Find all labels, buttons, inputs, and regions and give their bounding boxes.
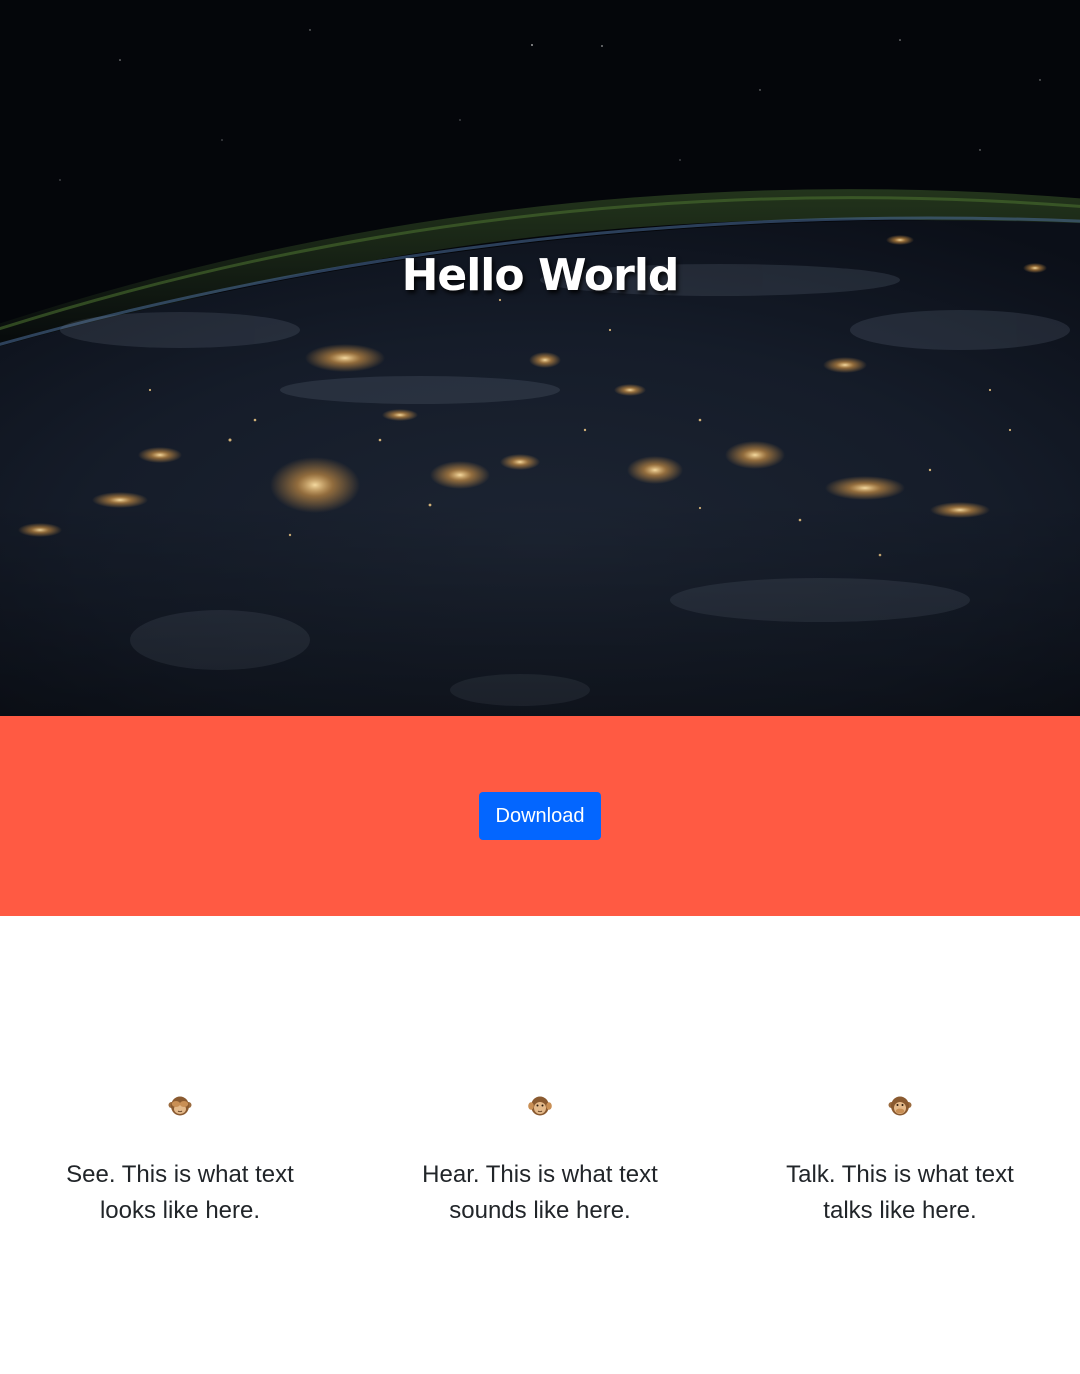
feature-hear-text: Hear. This is what text sounds like here… xyxy=(422,1161,658,1224)
speak-no-evil-monkey-icon xyxy=(888,1094,912,1118)
feature-talk-text: Talk. This is what text talks like here. xyxy=(786,1161,1014,1224)
feature-hear: Hear. This is what text sounds like here… xyxy=(360,916,720,1374)
hear-no-evil-monkey-icon xyxy=(528,1094,552,1118)
hero-section: Hello World xyxy=(0,0,1080,716)
download-section: Download xyxy=(0,716,1080,916)
see-no-evil-monkey-icon xyxy=(168,1094,192,1118)
download-button[interactable]: Download xyxy=(478,792,602,840)
earth-at-night-image xyxy=(0,0,1080,716)
hero-title: Hello World xyxy=(401,250,680,301)
features-section: See. This is what text looks like here. … xyxy=(0,916,1080,1374)
feature-see: See. This is what text looks like here. xyxy=(0,916,360,1374)
feature-see-text: See. This is what text looks like here. xyxy=(66,1161,294,1224)
feature-talk: Talk. This is what text talks like here. xyxy=(720,916,1080,1374)
